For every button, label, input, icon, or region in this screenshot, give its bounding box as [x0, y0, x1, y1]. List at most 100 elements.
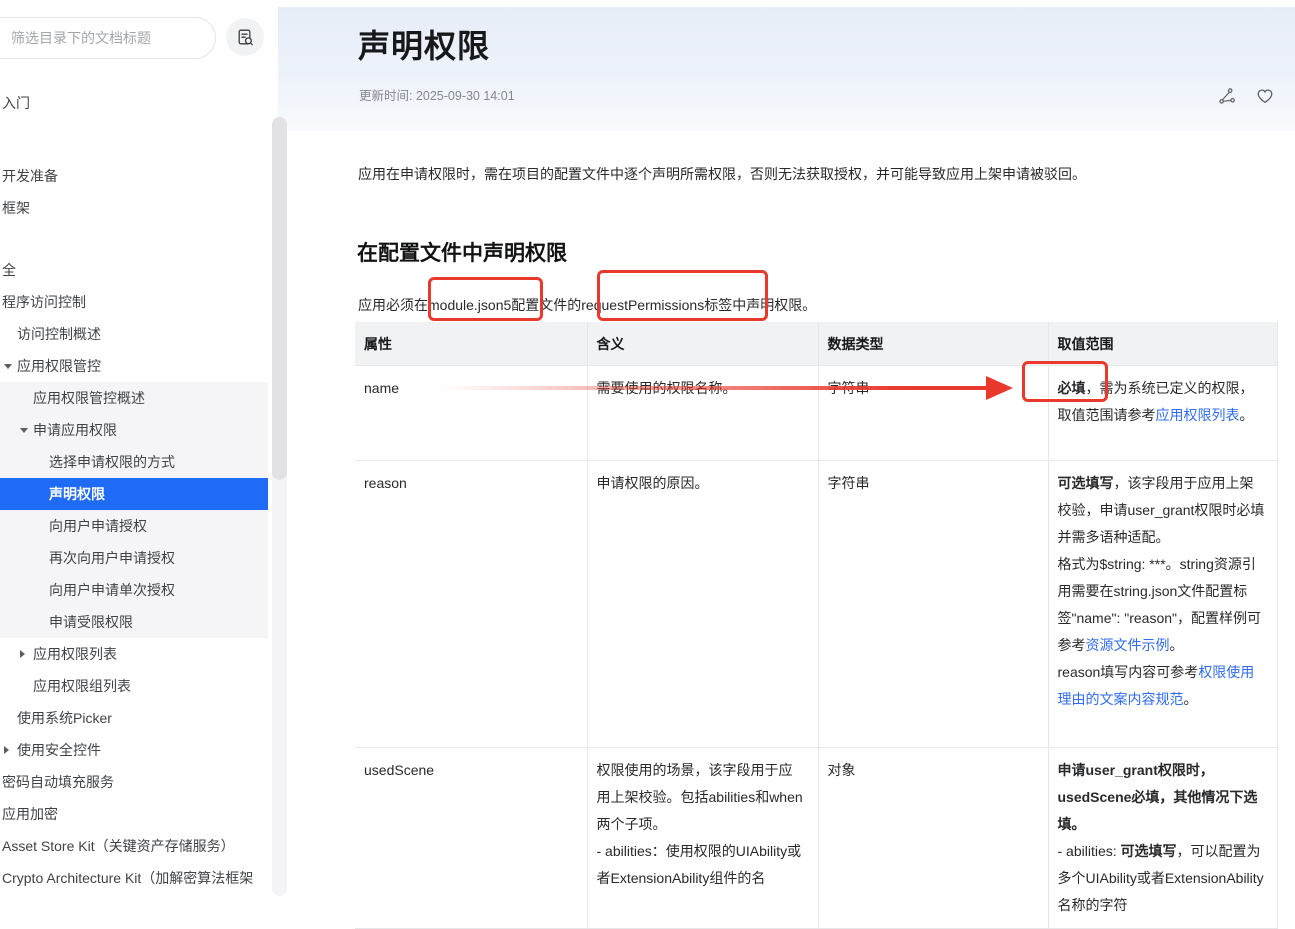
text-segment: reason	[364, 475, 407, 491]
cell-type: 字符串	[818, 461, 1048, 748]
intro-paragraph: 应用在申请权限时，需在项目的配置文件中逐个声明所需权限，否则无法获取授权，并可能…	[358, 163, 1238, 185]
sidebar-item[interactable]: 程序访问控制	[0, 286, 268, 318]
sidebar-item[interactable]: 应用加密	[0, 798, 268, 830]
column-header: 取值范围	[1048, 322, 1277, 366]
text-segment: 。	[1184, 691, 1198, 707]
text-segment: 。	[1240, 407, 1254, 423]
sidebar-item-label: 框架	[2, 192, 30, 224]
sidebar-item-label: 访问控制概述	[17, 318, 101, 350]
chevron-down-icon[interactable]	[20, 428, 28, 433]
sidebar-item[interactable]: 应用权限管控概述	[0, 382, 268, 414]
cell-attr: usedScene	[355, 748, 587, 929]
table-row: name 需要使用的权限名称。 字符串 必填，需为系统已定义的权限，取值范围请参…	[355, 366, 1277, 461]
text-segment: 。	[1170, 637, 1184, 653]
sidebar-item[interactable]: 使用系统Picker	[0, 702, 268, 734]
sidebar-item[interactable]: 应用权限列表	[0, 638, 268, 670]
favorite-button[interactable]	[1254, 85, 1276, 107]
chevron-down-icon[interactable]	[4, 364, 12, 369]
cell-attr: name	[355, 366, 587, 461]
sidebar-item[interactable]: 申请应用权限	[0, 414, 268, 446]
cell-meaning: 需要使用的权限名称。	[587, 366, 818, 461]
text-segment: 权限使用的场景，该字段用于应用上架校验。包括abilities和when两个子项…	[597, 762, 803, 832]
inline-link[interactable]: 资源文件示例	[1086, 637, 1170, 653]
sidebar-item[interactable]: 使用安全控件	[0, 734, 268, 766]
column-header: 数据类型	[818, 322, 1048, 366]
text-segment: 申请权限的原因。	[597, 475, 709, 491]
sidebar-item-label: Asset Store Kit（关键资产存储服务）	[2, 830, 235, 862]
sidebar-item-label: 应用权限组列表	[33, 670, 131, 702]
text-segment: - abilities：使用权限的UIAbility或者ExtensionAbi…	[597, 843, 802, 886]
heart-icon	[1255, 86, 1275, 106]
sidebar-item[interactable]: 应用权限组列表	[0, 670, 268, 702]
text-segment: 对象	[828, 762, 856, 778]
sidebar-item[interactable]: 入门	[0, 87, 268, 119]
text-segment: 字符串	[828, 380, 870, 396]
sidebar-item[interactable]: 选择申请权限的方式	[0, 446, 268, 478]
page-title: 声明权限	[358, 21, 490, 67]
cell-type: 对象	[818, 748, 1048, 929]
sidebar-tree: 入门开发准备框架全程序访问控制访问控制概述应用权限管控应用权限管控概述申请应用权…	[0, 87, 268, 896]
text-segment: name	[364, 380, 399, 396]
doc-search-icon	[236, 28, 255, 47]
chevron-right-icon[interactable]	[20, 650, 25, 658]
sidebar-item-label: 应用权限列表	[33, 638, 117, 670]
sidebar-scrollbar-thumb[interactable]	[272, 117, 287, 480]
text-segment: 可选填写	[1058, 475, 1114, 491]
sidebar-item[interactable]: 申请受限权限	[0, 606, 268, 638]
sidebar-item-label: 入门	[2, 87, 30, 119]
text-segment: 可选填写	[1121, 843, 1177, 859]
sidebar-item[interactable]: 框架	[0, 192, 268, 224]
table-row: reason 申请权限的原因。 字符串 可选填写，该字段用于应用上架校验，申请u…	[355, 461, 1277, 748]
permissions-table: 属性 含义 数据类型 取值范围 name 需要使用的权限名称。 字符串 必填，需…	[355, 322, 1278, 929]
sidebar-item[interactable]: 向用户申请单次授权	[0, 574, 268, 606]
sidebar-search[interactable]	[0, 17, 216, 59]
share-icon	[1217, 86, 1237, 106]
header-actions	[1216, 85, 1276, 107]
sidebar: 入门开发准备框架全程序访问控制访问控制概述应用权限管控应用权限管控概述申请应用权…	[0, 0, 268, 896]
sidebar-item-label: 密码自动填充服务	[2, 766, 114, 798]
sidebar-item-label: 申请受限权限	[49, 606, 133, 638]
sidebar-item[interactable]: 全	[0, 254, 268, 286]
doc-search-button[interactable]	[226, 18, 264, 56]
sidebar-item-label: 向用户申请单次授权	[49, 574, 175, 606]
text-segment: - abilities:	[1058, 843, 1121, 859]
cell-attr: reason	[355, 461, 587, 748]
inline-link[interactable]: 应用权限列表	[1156, 407, 1240, 423]
sidebar-item[interactable]: Crypto Architecture Kit（加解密算法框架服务）	[0, 862, 268, 896]
page-header: 声明权限 更新时间: 2025-09-30 14:01	[278, 7, 1295, 131]
sidebar-item[interactable]: 密码自动填充服务	[0, 766, 268, 798]
search-input[interactable]	[9, 18, 219, 58]
sidebar-item-label: 申请应用权限	[33, 414, 117, 446]
sidebar-item-label: 应用权限管控概述	[33, 382, 145, 414]
sidebar-item-label: 程序访问控制	[2, 286, 86, 318]
cell-type: 字符串	[818, 366, 1048, 461]
sidebar-item[interactable]: 应用权限管控	[0, 350, 268, 382]
sidebar-item[interactable]: 访问控制概述	[0, 318, 268, 350]
main-content: 声明权限 更新时间: 2025-09-30 14:01	[278, 0, 1295, 896]
text-segment: usedScene	[364, 762, 434, 778]
chevron-right-icon[interactable]	[4, 746, 9, 754]
text-segment: 申请user_grant权限时，usedScene必填，其他情况下选填。	[1058, 762, 1258, 832]
sidebar-item-label: 应用权限管控	[17, 350, 101, 382]
share-button[interactable]	[1216, 85, 1238, 107]
text-segment: 需要使用的权限名称。	[597, 380, 737, 396]
text-segment: 字符串	[828, 475, 870, 491]
update-time: 更新时间: 2025-09-30 14:01	[359, 85, 515, 104]
sidebar-item-label: Crypto Architecture Kit（加解密算法框架服务）	[2, 862, 258, 896]
cell-meaning: 申请权限的原因。	[587, 461, 818, 748]
text-segment: 必填	[1058, 380, 1086, 396]
cell-range: 可选填写，该字段用于应用上架校验，申请user_grant权限时必填并需多语种适…	[1048, 461, 1277, 748]
sidebar-item-label: 再次向用户申请授权	[49, 542, 175, 574]
sidebar-item[interactable]: 向用户申请授权	[0, 510, 268, 542]
sidebar-item[interactable]: 开发准备	[0, 160, 268, 192]
sidebar-item-label: 使用安全控件	[17, 734, 101, 766]
sidebar-item-selected[interactable]: 声明权限	[0, 478, 268, 510]
cell-range: 申请user_grant权限时，usedScene必填，其他情况下选填。 - ab…	[1048, 748, 1277, 929]
sidebar-item-label: 向用户申请授权	[49, 510, 147, 542]
sidebar-item[interactable]: 再次向用户申请授权	[0, 542, 268, 574]
sidebar-item-label: 全	[2, 254, 16, 286]
table-row: usedScene 权限使用的场景，该字段用于应用上架校验。包括abilitie…	[355, 748, 1277, 929]
column-header: 属性	[355, 322, 587, 366]
sidebar-item[interactable]: Asset Store Kit（关键资产存储服务）	[0, 830, 268, 862]
sidebar-item-label: 选择申请权限的方式	[49, 446, 175, 478]
